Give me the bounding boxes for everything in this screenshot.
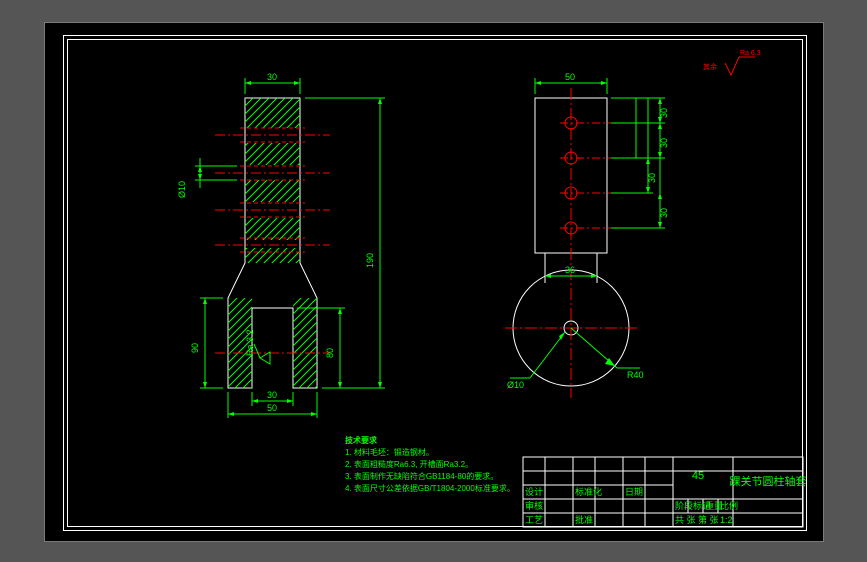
part-name: 踝关节圆柱轴套: [730, 474, 807, 488]
svg-text:工艺: 工艺: [525, 515, 543, 525]
svg-text:其余: 其余: [703, 62, 717, 71]
svg-text:2. 表面粗糙度Ra6.3, 开槽面Ra3.2。: 2. 表面粗糙度Ra6.3, 开槽面Ra3.2。: [345, 459, 473, 469]
svg-text:1. 材料毛坯：锻造钢材。: 1. 材料毛坯：锻造钢材。: [345, 447, 434, 457]
svg-text:技术要求: 技术要求: [345, 435, 378, 445]
material: 45: [692, 470, 704, 482]
svg-text:批准: 批准: [575, 514, 593, 525]
left-view: 30 Ø10 190 80: [177, 72, 385, 418]
svg-text:4. 表面尺寸公差依据GB/T1804-2000标准要求。: 4. 表面尺寸公差依据GB/T1804-2000标准要求。: [345, 483, 515, 493]
dim-hole-dia: Ø10: [177, 181, 187, 198]
dim-center-hole: Ø10: [507, 380, 524, 390]
dim-prong-h: 90: [190, 343, 200, 353]
technical-notes: 技术要求 1. 材料毛坯：锻造钢材。 2. 表面粗糙度Ra6.3, 开槽面Ra3…: [345, 435, 515, 493]
title-block: 设计 标准化 日期 审核 工艺 批准 阶段标记 重量 比例 1:2 共 张 第 …: [523, 457, 807, 527]
svg-text:比例: 比例: [720, 500, 738, 511]
surface-finish-global: 其余 Ra 6.3: [703, 50, 761, 75]
drawing-svg: 30 Ø10 190 80: [45, 23, 825, 543]
dim-hs1: 30: [659, 108, 669, 118]
svg-text:日期: 日期: [625, 487, 643, 497]
dim-hs4: 30: [659, 208, 669, 218]
dim-overall-h: 190: [365, 253, 375, 268]
dim-slot-h: 80: [325, 348, 335, 358]
right-view: 50 30 30 30 30: [505, 72, 669, 398]
dim-radius: R40: [627, 370, 644, 380]
surface-local: Ra 3.2: [245, 329, 255, 356]
dim-neck: 36: [565, 265, 575, 275]
svg-text:3. 表面制作无缺陷符合GB1184-80的要求。: 3. 表面制作无缺陷符合GB1184-80的要求。: [345, 471, 498, 481]
svg-text:1:2: 1:2: [720, 515, 733, 525]
dim-hs3: 30: [647, 173, 657, 183]
dim-bottom-w: 50: [267, 403, 277, 413]
dim-r-top-w: 50: [565, 72, 575, 82]
cad-canvas: 30 Ø10 190 80: [44, 22, 824, 542]
dim-hs2: 30: [659, 138, 669, 148]
svg-text:共 张 第 张: 共 张 第 张: [675, 514, 719, 525]
dim-top-width: 30: [267, 72, 277, 82]
dim-slot-w: 30: [267, 390, 277, 400]
svg-text:Ra 6.3: Ra 6.3: [740, 50, 761, 57]
svg-text:设计: 设计: [525, 486, 543, 497]
svg-text:审核: 审核: [525, 500, 543, 511]
svg-text:标准化: 标准化: [575, 486, 602, 497]
